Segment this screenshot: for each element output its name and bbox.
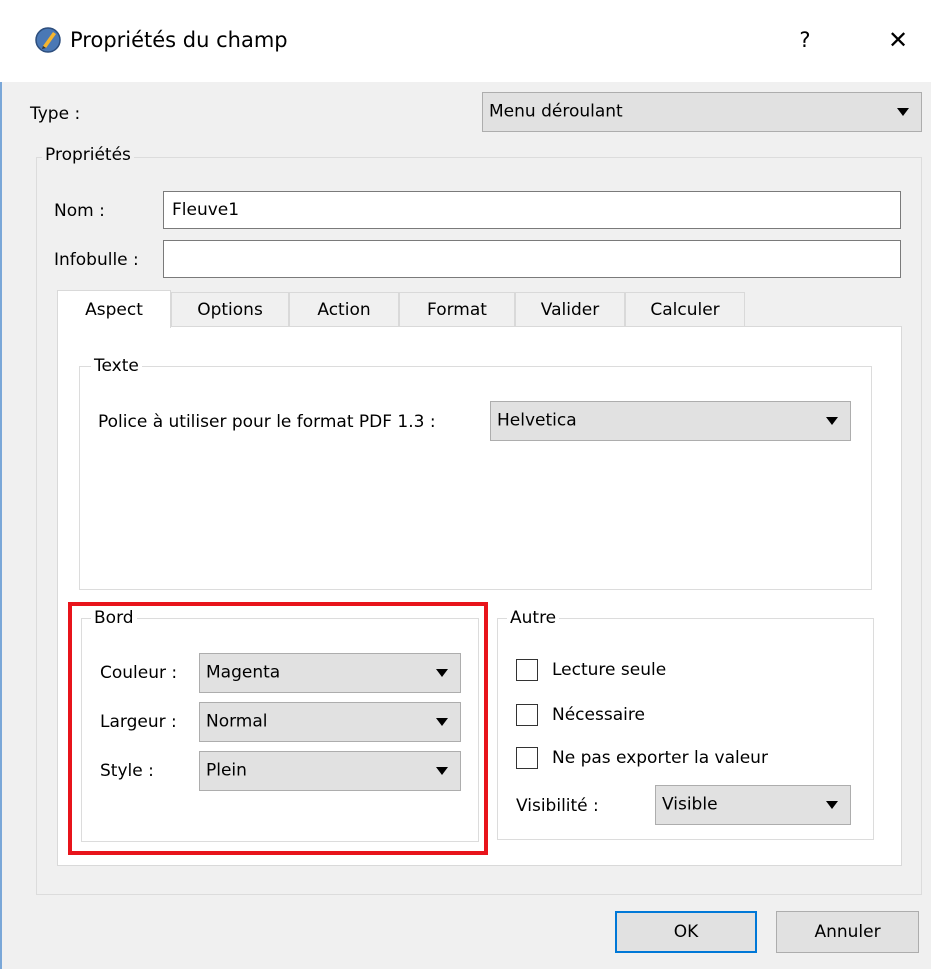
- text-group-title: Texte: [91, 356, 142, 376]
- tab-options-label: Options: [197, 299, 263, 320]
- visibility-select[interactable]: Visible: [655, 785, 851, 825]
- cancel-button[interactable]: Annuler: [776, 911, 919, 953]
- chevron-down-icon: [897, 108, 909, 116]
- visibility-label: Visibilité :: [516, 796, 599, 816]
- name-input-value: Fleuve1: [172, 200, 240, 220]
- properties-group-title: Propriétés: [42, 145, 134, 165]
- tab-aspect-label: Aspect: [85, 299, 143, 320]
- highlight-box: [68, 602, 488, 855]
- tooltip-input[interactable]: [163, 240, 901, 278]
- ok-button-label: OK: [673, 922, 699, 942]
- visibility-value: Visible: [662, 794, 718, 815]
- required-checkbox[interactable]: [516, 704, 538, 726]
- tab-validate[interactable]: Valider: [515, 292, 625, 326]
- ok-button[interactable]: OK: [615, 911, 757, 953]
- tab-aspect[interactable]: Aspect: [57, 290, 171, 328]
- readonly-label: Lecture seule: [552, 660, 667, 680]
- tab-format-label: Format: [427, 299, 487, 320]
- name-input[interactable]: Fleuve1: [163, 191, 901, 229]
- font-select[interactable]: Helvetica: [490, 401, 851, 441]
- app-logo-icon: [35, 27, 61, 53]
- type-select-value: Menu déroulant: [489, 101, 623, 122]
- help-button[interactable]: ?: [790, 22, 820, 58]
- window-frame-edge: [0, 0, 2, 969]
- chevron-down-icon: [826, 417, 838, 425]
- cancel-button-label: Annuler: [814, 922, 881, 942]
- window-title: Propriétés du champ: [70, 28, 288, 52]
- tab-options[interactable]: Options: [171, 292, 289, 326]
- readonly-checkbox[interactable]: [516, 659, 538, 681]
- tab-action[interactable]: Action: [289, 292, 399, 326]
- noexport-checkbox[interactable]: [516, 747, 538, 769]
- text-group: [79, 366, 872, 590]
- name-label: Nom :: [54, 201, 105, 221]
- font-label: Police à utiliser pour le format PDF 1.3…: [98, 412, 436, 432]
- type-select[interactable]: Menu déroulant: [482, 92, 922, 132]
- tab-validate-label: Valider: [540, 299, 600, 320]
- tab-calculate[interactable]: Calculer: [625, 292, 745, 326]
- noexport-label: Ne pas exporter la valeur: [552, 748, 768, 768]
- tab-action-label: Action: [317, 299, 371, 320]
- chevron-down-icon: [826, 801, 838, 809]
- font-select-value: Helvetica: [497, 410, 577, 431]
- close-button[interactable]: ✕: [880, 22, 916, 58]
- tab-calculate-label: Calculer: [650, 299, 720, 320]
- tooltip-label: Infobulle :: [54, 250, 139, 270]
- other-group-title: Autre: [507, 608, 560, 628]
- type-label: Type :: [30, 104, 81, 124]
- title-bar[interactable]: Propriétés du champ ? ✕: [0, 0, 931, 82]
- required-label: Nécessaire: [552, 705, 645, 725]
- tab-format[interactable]: Format: [399, 292, 515, 326]
